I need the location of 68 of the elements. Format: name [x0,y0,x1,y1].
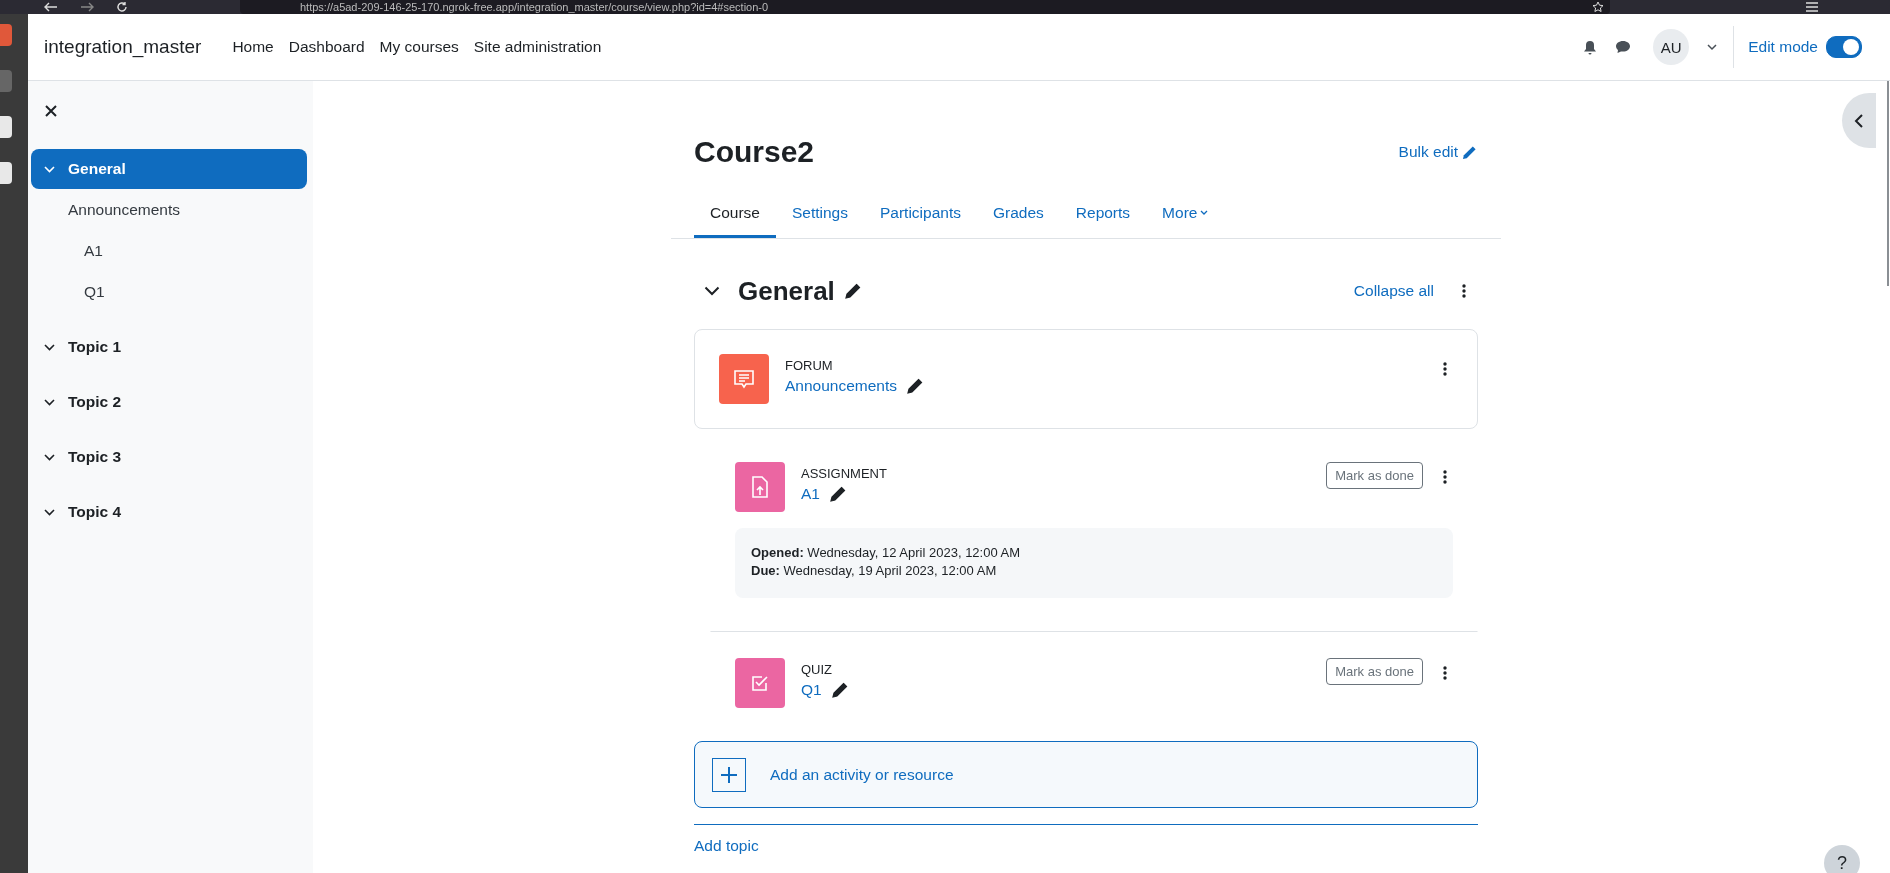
reload-icon[interactable] [116,1,128,13]
sidebar-section[interactable]: Topic 4 [31,492,307,532]
drawer-toggle-button[interactable] [1842,93,1876,148]
mark-as-done-button[interactable]: Mark as done [1326,462,1423,489]
sidebar-section[interactable]: Topic 2 [31,382,307,422]
activity-link[interactable]: Announcements [785,377,898,395]
sidebar-section[interactable]: General [31,149,307,189]
menu-icon[interactable] [1806,2,1818,12]
more-options-icon[interactable] [1462,284,1466,298]
chevron-icon [44,453,55,461]
nav-link[interactable]: Home [232,38,274,56]
pencil-icon[interactable] [844,283,861,299]
course-tab[interactable]: More [1146,192,1225,238]
activity-link[interactable]: A1 [801,485,820,503]
activity-date: Opened: Wednesday, 12 April 2023, 12:00 AM [751,545,1022,560]
bulk-edit-link[interactable]: Bulk edit [1398,143,1477,161]
nav-link[interactable]: Dashboard [288,38,365,56]
site-name[interactable]: integration_master [44,36,202,58]
pencil-icon[interactable] [907,378,924,394]
nav-link[interactable]: Site administration [473,38,602,56]
course-title: Course2 [694,135,815,169]
sidebar-section[interactable]: Topic 1 [31,327,307,367]
scrollbar[interactable] [1887,81,1889,286]
course-tab[interactable]: Reports [1059,192,1147,238]
chevron-icon [44,508,55,516]
sidebar-item[interactable]: Q1 [31,271,307,312]
course-tab[interactable]: Participants [864,192,977,238]
course-tab[interactable]: Settings [775,192,864,238]
caret-icon[interactable] [1200,210,1209,216]
chevron-icon [44,343,55,351]
star-icon[interactable] [1592,1,1604,13]
chevron-icon [44,398,55,406]
sidebar-item[interactable]: Announcements [31,189,307,230]
notification-bell-icon[interactable] [1583,39,1598,55]
more-options-icon[interactable] [1443,362,1447,376]
pencil-icon[interactable] [829,486,846,502]
pencil-icon[interactable] [831,682,848,698]
course-tab[interactable]: Course [694,192,776,238]
sidebar-item[interactable]: A1 [31,230,307,271]
edit-mode-toggle[interactable] [1826,36,1862,58]
chevron-icon[interactable] [704,286,720,296]
chevron-icon [44,165,55,173]
mark-as-done-button[interactable]: Mark as done [1326,658,1423,685]
chevron-left-icon [1854,112,1864,129]
close-icon[interactable] [45,105,57,117]
edit-mode-label: Edit mode [1748,38,1818,56]
add-topic-link[interactable]: Add topic [694,837,1478,855]
more-options-icon[interactable] [1443,470,1447,484]
activity-type: FORUM [785,358,834,373]
user-avatar[interactable]: AU [1653,29,1690,65]
back-arrow-icon[interactable] [44,2,58,12]
nav-link[interactable]: My courses [379,38,459,56]
course-tab[interactable]: Grades [976,192,1060,238]
plus-icon [712,757,746,792]
forward-arrow-icon[interactable] [80,2,94,12]
activity-type: ASSIGNMENT [801,466,887,481]
activity-link[interactable]: Q1 [801,681,822,699]
activity-date: Due: Wednesday, 19 April 2023, 12:00 AM [751,563,998,578]
help-button[interactable]: ? [1824,845,1860,873]
more-options-icon[interactable] [1443,666,1447,680]
chat-bubble-icon[interactable] [1615,40,1632,54]
section-title: General [738,275,835,307]
collapse-all-link[interactable]: Collapse all [1353,282,1434,300]
activity-type: QUIZ [801,662,834,677]
caret-icon[interactable] [1707,43,1718,51]
add-activity-button[interactable]: Add an activity or resource [694,741,1478,808]
address-bar[interactable]: https://a5ad-209-146-25-170.ngrok-free.app/integration_master/course/view.php?id=4#section-0 [240,0,1610,14]
sidebar-section[interactable]: Topic 3 [31,437,307,477]
